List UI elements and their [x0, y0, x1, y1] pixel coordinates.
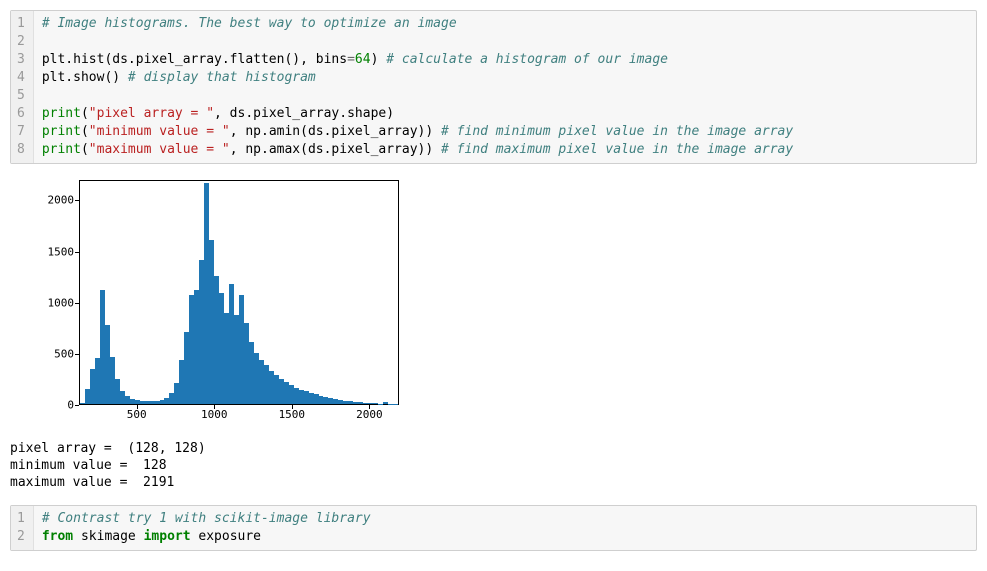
output-line: pixel array = (128, 128) [10, 441, 206, 456]
y-tick-mark [75, 354, 79, 355]
y-tick-mark [75, 405, 79, 406]
code-comment: # Image histograms. The best way to opti… [42, 16, 457, 31]
stdout-output: pixel array = (128, 128) minimum value =… [10, 440, 977, 491]
line-number: 3 [17, 51, 25, 69]
line-number: 4 [17, 69, 25, 87]
code-text: , ds.pixel_array.shape) [214, 106, 394, 121]
line-number: 8 [17, 141, 25, 159]
code-builtin: print [42, 142, 81, 157]
x-tick-label: 500 [127, 408, 147, 421]
code-builtin: print [42, 106, 81, 121]
code-op: = [347, 52, 355, 67]
line-number: 6 [17, 105, 25, 123]
code-text: ) [371, 52, 387, 67]
code-comment: # find maximum pixel value in the image … [441, 142, 793, 157]
line-gutter: 1 2 [11, 506, 34, 550]
line-number: 5 [17, 87, 25, 105]
x-tick-mark [369, 405, 370, 409]
code-string: "pixel array = " [89, 106, 214, 121]
y-tick-mark [75, 303, 79, 304]
code-text: ( [81, 124, 89, 139]
code-number: 64 [355, 52, 371, 67]
x-tick-label: 1000 [201, 408, 228, 421]
x-tick-label: 1500 [279, 408, 306, 421]
line-number: 1 [17, 510, 25, 528]
code-content[interactable]: # Contrast try 1 with scikit-image libra… [34, 506, 976, 550]
histogram-chart: 0 500 1000 1500 2000 500 1000 1500 2000 [24, 174, 394, 434]
code-comment: # find minimum pixel value in the image … [441, 124, 793, 139]
code-text: ( [81, 106, 89, 121]
line-number: 1 [17, 15, 25, 33]
plot-frame [79, 180, 399, 405]
y-tick-label: 500 [24, 347, 74, 360]
output-area: 0 500 1000 1500 2000 500 1000 1500 2000 pixel ar… [10, 174, 977, 491]
code-comment: # Contrast try 1 with scikit-image libra… [42, 511, 371, 526]
x-tick-mark [214, 405, 215, 409]
code-cell-2[interactable]: 1 2 # Contrast try 1 with scikit-image l… [10, 505, 977, 551]
histogram-bars [80, 181, 398, 404]
y-tick-label: 2000 [24, 194, 74, 207]
y-tick-label: 1000 [24, 296, 74, 309]
code-builtin: print [42, 124, 81, 139]
y-tick-mark [75, 252, 79, 253]
code-cell-1[interactable]: 1 2 3 4 5 6 7 8 # Image histograms. The … [10, 10, 977, 164]
output-line: maximum value = 2191 [10, 475, 174, 490]
output-line: minimum value = 128 [10, 458, 167, 473]
code-text: ( [81, 142, 89, 157]
line-number: 2 [17, 33, 25, 51]
code-comment: # calculate a histogram of our image [386, 52, 668, 67]
line-number: 7 [17, 123, 25, 141]
code-text: plt.hist(ds.pixel_array.flatten(), bins [42, 52, 347, 67]
x-tick-mark [292, 405, 293, 409]
y-tick-label: 1500 [24, 245, 74, 258]
x-tick-mark [137, 405, 138, 409]
code-comment: # display that histogram [128, 70, 316, 85]
x-tick-label: 2000 [356, 408, 383, 421]
code-string: "minimum value = " [89, 124, 230, 139]
code-content[interactable]: # Image histograms. The best way to opti… [34, 11, 976, 163]
y-tick-mark [75, 200, 79, 201]
code-string: "maximum value = " [89, 142, 230, 157]
code-text: , np.amax(ds.pixel_array)) [230, 142, 441, 157]
line-gutter: 1 2 3 4 5 6 7 8 [11, 11, 34, 163]
code-text: , np.amin(ds.pixel_array)) [230, 124, 441, 139]
line-number: 2 [17, 528, 25, 546]
y-tick-label: 0 [24, 399, 74, 412]
code-text: plt.show() [42, 70, 128, 85]
